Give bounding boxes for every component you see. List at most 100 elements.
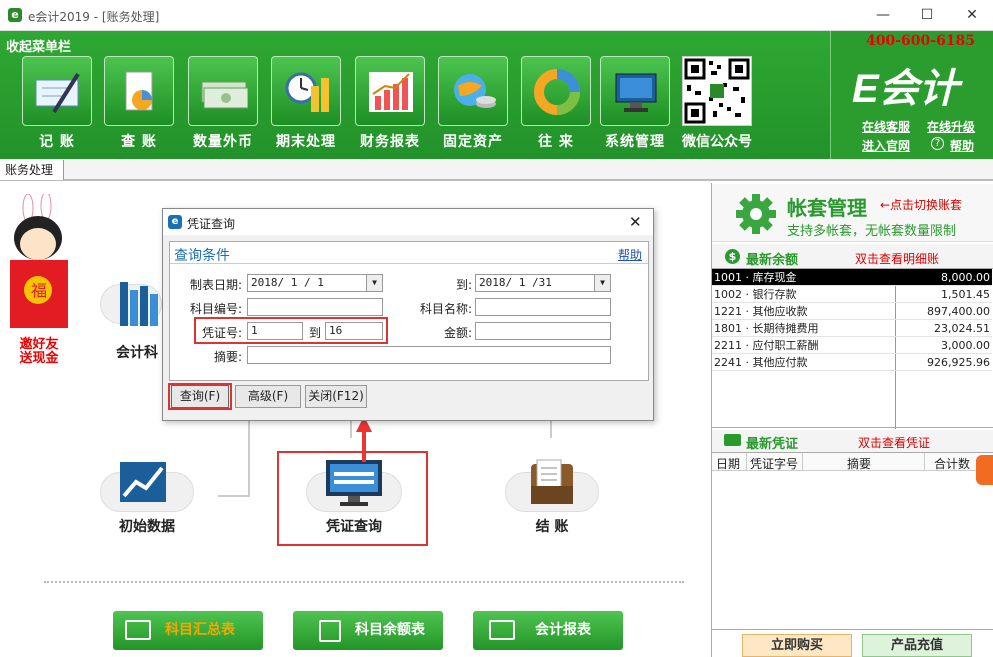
flow-connector <box>350 420 352 438</box>
section-title: 查询条件 <box>174 248 230 264</box>
collapse-menu-link[interactable]: 收起菜单栏 <box>6 36 71 55</box>
table-row[interactable]: 1221 · 其他应收款 897,400.00 <box>712 302 992 320</box>
flow-initial-data[interactable] <box>100 458 194 512</box>
bar-chart-icon <box>369 72 413 112</box>
wechat-label: 微信公众号 <box>682 134 752 150</box>
floating-service-icon[interactable] <box>976 455 993 485</box>
accounting-report-button[interactable]: 会计报表 <box>473 611 623 650</box>
tool-period-end[interactable]: 期末处理 <box>271 56 341 156</box>
account-cell: 1221 · 其他应收款 <box>712 302 895 320</box>
subject-summary-button[interactable]: 科目汇总表 <box>113 611 263 650</box>
window-title: e会计2019 - [账务处理] <box>28 10 160 24</box>
subject-balance-label: 科目余额表 <box>355 622 425 638</box>
advanced-button[interactable]: 高级(F) <box>235 385 301 408</box>
balance-table-area[interactable]: 1001 · 库存现金 8,000.00 1002 · 银行存款 1,501.45 … <box>712 268 993 429</box>
dialog-close-button[interactable]: ✕ <box>629 213 642 231</box>
online-service-link[interactable]: 在线客服 <box>862 118 910 135</box>
table-row[interactable]: 1001 · 库存现金 8,000.00 <box>712 269 992 286</box>
promo-line-1: 邀好友 <box>19 337 59 352</box>
minimize-button[interactable]: — <box>866 4 900 26</box>
recharge-button[interactable]: 产品充值 <box>862 634 972 657</box>
globe-coins-icon <box>454 74 496 108</box>
subject-code-label: 科目编号: <box>189 302 242 316</box>
tool-quantity-currency[interactable]: 数量外币 <box>188 56 258 156</box>
tool-label: 系统管理 <box>605 134 665 150</box>
flow-closing[interactable] <box>505 458 599 512</box>
subject-summary-label: 科目汇总表 <box>165 622 235 638</box>
banknotes-icon <box>201 81 248 109</box>
chevron-down-icon[interactable]: ▼ <box>366 275 382 291</box>
date-to-value: 2018/ 1 /31 <box>479 276 552 289</box>
summary-label: 摘要: <box>213 350 242 364</box>
donut-icon <box>534 69 580 115</box>
col-sep <box>746 453 747 471</box>
date-to-picker[interactable]: 2018/ 1 /31 ▼ <box>475 274 611 292</box>
col-total: 合计数 <box>934 457 971 471</box>
voucher-table[interactable]: 日期 凭证字号 摘要 合计数 <box>712 452 993 630</box>
tool-financial-report[interactable]: 财务报表 <box>355 56 425 156</box>
wallet-icon <box>531 459 573 504</box>
promo-text: 邀好友 送现金 <box>14 338 64 366</box>
help-link[interactable]: 帮助 <box>618 246 642 263</box>
chevron-down-icon[interactable]: ▼ <box>594 275 610 291</box>
maximize-button[interactable]: ☐ <box>910 4 944 26</box>
tool-label: 记 账 <box>39 134 75 150</box>
hotline-phone: 400-600-6185 <box>866 33 976 49</box>
subject-balance-button[interactable]: 科目余额表 <box>293 611 443 650</box>
flow-accounting-subject[interactable] <box>100 272 162 332</box>
section-header <box>170 242 648 264</box>
table-row[interactable]: 2241 · 其他应付款 926,925.96 <box>712 353 992 371</box>
help-link[interactable]: 帮助 <box>950 137 974 154</box>
amount-cell: 3,000.00 <box>895 336 992 354</box>
promo-mascot[interactable]: 福 邀好友 送现金 <box>6 191 70 366</box>
col-sep <box>924 453 925 471</box>
qr-code-icon <box>684 58 750 124</box>
amount-field[interactable] <box>475 322 611 340</box>
gear-icon <box>736 194 776 234</box>
window-close-button[interactable]: ✕ <box>955 4 989 26</box>
flow-voucher-query[interactable] <box>306 458 402 512</box>
table-row[interactable]: 1801 · 长期待摊费用 23,024.51 <box>712 319 992 337</box>
account-cell: 1002 · 银行存款 <box>712 285 895 303</box>
online-upgrade-link[interactable]: 在线升级 <box>927 118 975 135</box>
app-logo-icon: e <box>8 8 22 22</box>
grid-icon <box>319 620 341 642</box>
tool-system-management[interactable]: 系统管理 <box>600 56 670 156</box>
col-summary: 摘要 <box>847 457 872 471</box>
promo-line-2: 送现金 <box>19 351 59 366</box>
table-row[interactable]: 1002 · 银行存款 1,501.45 <box>712 285 992 303</box>
subject-name-field[interactable] <box>475 298 611 316</box>
tool-receivables[interactable]: 往 来 <box>521 56 591 156</box>
account-cell: 2211 · 应付职工薪酬 <box>712 336 895 354</box>
tool-bookkeeping[interactable]: 记 账 <box>22 56 92 156</box>
tab-bookkeeping[interactable]: 账务处理 <box>0 160 64 180</box>
tool-label: 期末处理 <box>276 134 336 150</box>
dialog-title-bar <box>163 209 653 235</box>
amount-cell: 926,925.96 <box>895 353 992 371</box>
amount-label: 金额: <box>443 326 472 340</box>
mascot-icon: 福 <box>10 191 68 328</box>
amount-cell: 8,000.00 <box>895 269 992 286</box>
website-link[interactable]: 进入官网 <box>862 137 910 154</box>
subject-code-field[interactable] <box>247 298 383 316</box>
wechat-qr-code[interactable] <box>682 56 752 126</box>
tool-label: 财务报表 <box>360 134 420 150</box>
balance-table: 1001 · 库存现金 8,000.00 1002 · 银行存款 1,501.45 … <box>712 269 992 371</box>
svg-text:福: 福 <box>31 281 47 300</box>
tool-check-accounts[interactable]: 查 账 <box>104 56 174 156</box>
check-pen-icon <box>35 72 80 114</box>
monitor-icon <box>326 460 382 506</box>
buy-now-button[interactable]: 立即购买 <box>742 634 852 657</box>
summary-field[interactable] <box>247 346 611 364</box>
query-button-highlight <box>168 383 232 410</box>
dialog-title: 凭证查询 <box>187 217 236 231</box>
books-icon <box>120 282 158 326</box>
flow-connector <box>248 415 250 497</box>
dialog-close-f12-button[interactable]: 关闭(F12) <box>305 385 367 408</box>
date-label: 制表日期: <box>189 278 242 292</box>
col-sep <box>802 453 803 471</box>
voucher-no-highlight <box>194 317 388 344</box>
tool-fixed-assets[interactable]: 固定资产 <box>438 56 508 156</box>
table-row[interactable]: 2211 · 应付职工薪酬 3,000.00 <box>712 336 992 354</box>
date-from-picker[interactable]: 2018/ 1 / 1 ▼ <box>247 274 383 292</box>
